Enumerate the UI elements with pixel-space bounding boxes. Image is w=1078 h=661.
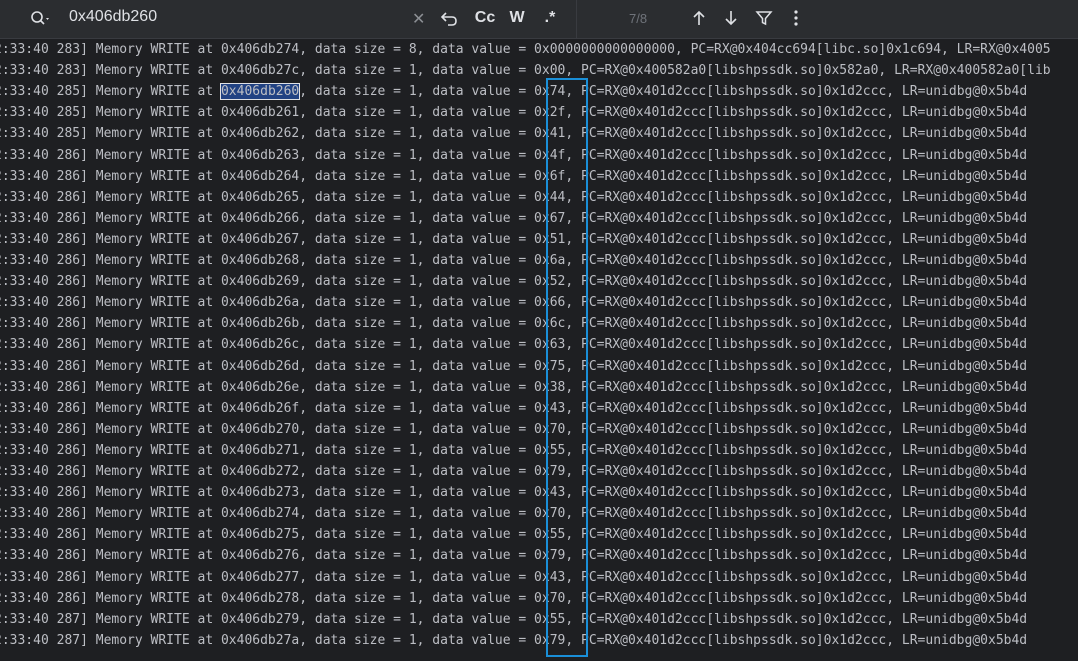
log-line[interactable]: 2:33:40 286] Memory WRITE at 0x406db265,… bbox=[0, 187, 1027, 208]
log-line-text-suffix: , data size = 1, data value = 0x74, PC=R… bbox=[299, 84, 1028, 100]
log-line-text: 2:33:40 286] Memory WRITE at 0x406db267,… bbox=[0, 231, 1028, 247]
log-line[interactable]: 2:33:40 286] Memory WRITE at 0x406db269,… bbox=[0, 271, 1027, 292]
log-line[interactable]: 2:33:40 286] Memory WRITE at 0x406db26c,… bbox=[0, 334, 1027, 355]
log-line-text: 2:33:40 286] Memory WRITE at 0x406db26d,… bbox=[0, 358, 1028, 374]
log-line-text: 2:33:40 286] Memory WRITE at 0x406db26f,… bbox=[0, 400, 1028, 416]
log-line[interactable]: 2:33:40 286] Memory WRITE at 0x406db278,… bbox=[0, 588, 1027, 609]
log-line-text: 2:33:40 287] Memory WRITE at 0x406db27a,… bbox=[0, 632, 1028, 648]
log-line[interactable]: 2:33:40 286] Memory WRITE at 0x406db264,… bbox=[0, 166, 1027, 187]
log-line-text: 2:33:40 285] Memory WRITE at 0x406db262,… bbox=[0, 126, 1028, 142]
log-line[interactable]: 2:33:40 286] Memory WRITE at 0x406db267,… bbox=[0, 229, 1027, 250]
log-line[interactable]: 2:33:40 287] Memory WRITE at 0x406db27a,… bbox=[0, 630, 1027, 651]
log-line[interactable]: 2:33:40 283] Memory WRITE at 0x406db274,… bbox=[0, 40, 1051, 60]
log-line[interactable]: 2:33:40 286] Memory WRITE at 0x406db274,… bbox=[0, 503, 1027, 524]
log-line[interactable]: 2:33:40 286] Memory WRITE at 0x406db271,… bbox=[0, 440, 1027, 461]
arrow-up-icon[interactable] bbox=[688, 7, 710, 29]
log-line[interactable]: 2:33:40 286] Memory WRITE at 0x406db276,… bbox=[0, 545, 1027, 566]
more-icon[interactable] bbox=[785, 7, 807, 29]
log-line[interactable]: 2:33:40 286] Memory WRITE at 0x406db268,… bbox=[0, 250, 1027, 271]
log-line-text: 2:33:40 286] Memory WRITE at 0x406db268,… bbox=[0, 253, 1028, 268]
log-line-text: 2:33:40 286] Memory WRITE at 0x406db26b,… bbox=[0, 316, 1028, 332]
log-line[interactable]: 2:33:40 285] Memory WRITE at 0x406db260,… bbox=[0, 81, 1027, 102]
regex-button[interactable]: .* bbox=[540, 7, 560, 29]
clear-icon[interactable]: ✕ bbox=[412, 9, 425, 29]
log-line-text: 2:33:40 286] Memory WRITE at 0x406db265,… bbox=[0, 189, 1028, 205]
log-line-text: 2:33:40 283] Memory WRITE at 0x406db27c,… bbox=[0, 63, 1051, 79]
log-line[interactable]: 2:33:40 286] Memory WRITE at 0x406db263,… bbox=[0, 145, 1027, 166]
search-match-highlight: 0x406db260 bbox=[219, 83, 301, 101]
log-line[interactable]: 2:33:40 286] Memory WRITE at 0x406db266,… bbox=[0, 208, 1027, 229]
log-line-text: 2:33:40 286] Memory WRITE at 0x406db266,… bbox=[0, 210, 1028, 226]
log-line[interactable]: 2:33:40 286] Memory WRITE at 0x406db272,… bbox=[0, 461, 1027, 482]
log-line-text: 2:33:40 286] Memory WRITE at 0x406db275,… bbox=[0, 527, 1028, 543]
log-line[interactable]: 2:33:40 286] Memory WRITE at 0x406db26a,… bbox=[0, 292, 1027, 313]
log-line-text: 2:33:40 286] Memory WRITE at 0x406db26e,… bbox=[0, 379, 1028, 395]
log-line[interactable]: 2:33:40 286] Memory WRITE at 0x406db26d,… bbox=[0, 356, 1027, 377]
log-line[interactable]: 2:33:40 287] Memory WRITE at 0x406db279,… bbox=[0, 609, 1027, 630]
log-view[interactable]: 2:33:40 283] Memory WRITE at 0x406db274,… bbox=[0, 40, 1078, 661]
log-line[interactable]: 2:33:40 285] Memory WRITE at 0x406db261,… bbox=[0, 102, 1027, 123]
log-line-text: 2:33:40 286] Memory WRITE at 0x406db264,… bbox=[0, 168, 1028, 184]
log-line[interactable]: 2:33:40 286] Memory WRITE at 0x406db26f,… bbox=[0, 398, 1027, 419]
log-line-text: 2:33:40 286] Memory WRITE at 0x406db278,… bbox=[0, 590, 1028, 606]
log-line-text: 2:33:40 286] Memory WRITE at 0x406db263,… bbox=[0, 147, 1028, 163]
log-line-text: 2:33:40 286] Memory WRITE at 0x406db270,… bbox=[0, 421, 1028, 437]
search-toolbar: 0x406db260 ✕ Cc W .* 7/8 bbox=[0, 0, 1078, 39]
log-line-text: 2:33:40 286] Memory WRITE at 0x406db273,… bbox=[0, 485, 1028, 501]
log-line-text: 2:33:40 286] Memory WRITE at 0x406db276,… bbox=[0, 548, 1028, 564]
log-line-text: 2:33:40 286] Memory WRITE at 0x406db269,… bbox=[0, 274, 1028, 290]
log-line[interactable]: 2:33:40 286] Memory WRITE at 0x406db26b,… bbox=[0, 313, 1027, 334]
log-line[interactable]: 2:33:40 285] Memory WRITE at 0x406db262,… bbox=[0, 123, 1027, 144]
log-line-text: 2:33:40 286] Memory WRITE at 0x406db274,… bbox=[0, 506, 1028, 522]
log-line[interactable]: 2:33:40 286] Memory WRITE at 0x406db26e,… bbox=[0, 377, 1027, 398]
log-line[interactable]: 2:33:40 286] Memory WRITE at 0x406db275,… bbox=[0, 524, 1027, 545]
log-line-text: 2:33:40 285] Memory WRITE at 0x406db261,… bbox=[0, 105, 1028, 121]
whole-word-button[interactable]: W bbox=[507, 7, 527, 29]
log-line-text: 2:33:40 286] Memory WRITE at 0x406db272,… bbox=[0, 464, 1028, 479]
match-case-button[interactable]: Cc bbox=[473, 7, 497, 29]
undo-icon[interactable] bbox=[438, 7, 460, 29]
toolbar-separator bbox=[576, 0, 577, 38]
log-line-text: 2:33:40 286] Memory WRITE at 0x406db26a,… bbox=[0, 295, 1028, 311]
log-line-text: 2:33:40 283] Memory WRITE at 0x406db274,… bbox=[0, 42, 1051, 57]
filter-icon[interactable] bbox=[753, 7, 775, 29]
search-icon[interactable] bbox=[30, 8, 52, 30]
search-input[interactable]: 0x406db260 bbox=[69, 8, 157, 26]
log-line[interactable]: 2:33:40 286] Memory WRITE at 0x406db273,… bbox=[0, 482, 1027, 503]
log-line-text: 2:33:40 286] Memory WRITE at 0x406db26c,… bbox=[0, 337, 1028, 353]
match-count: 7/8 bbox=[629, 11, 648, 26]
arrow-down-icon[interactable] bbox=[720, 7, 742, 29]
log-line-text: 2:33:40 285] Memory WRITE at bbox=[0, 84, 221, 100]
log-line[interactable]: 2:33:40 286] Memory WRITE at 0x406db277,… bbox=[0, 567, 1027, 588]
log-line-text: 2:33:40 287] Memory WRITE at 0x406db279,… bbox=[0, 611, 1028, 627]
log-line[interactable]: 2:33:40 286] Memory WRITE at 0x406db270,… bbox=[0, 419, 1027, 440]
log-line-text: 2:33:40 286] Memory WRITE at 0x406db271,… bbox=[0, 442, 1028, 458]
log-line[interactable]: 2:33:40 283] Memory WRITE at 0x406db27c,… bbox=[0, 60, 1051, 81]
log-line-text: 2:33:40 286] Memory WRITE at 0x406db277,… bbox=[0, 569, 1028, 585]
